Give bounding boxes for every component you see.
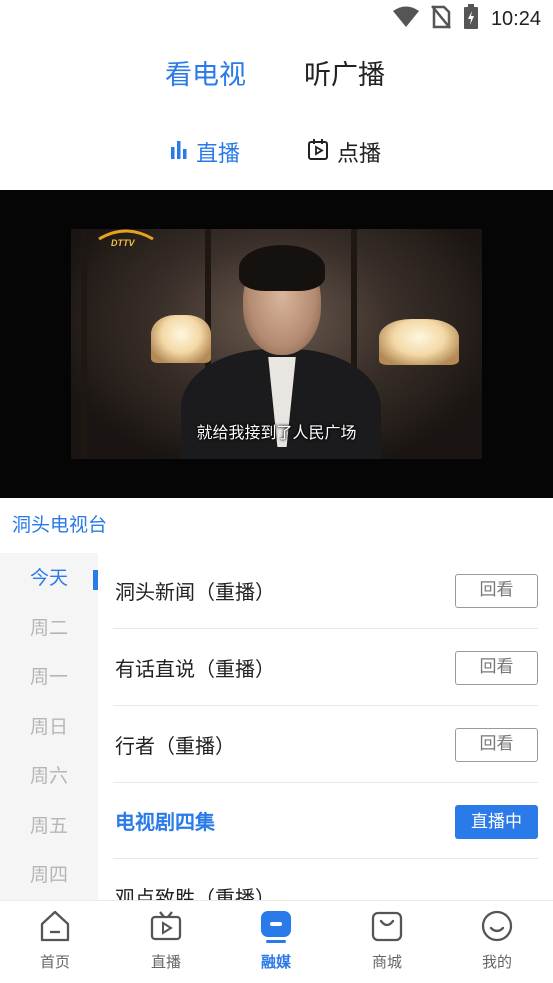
tab-vod-label: 点播 [337,142,382,167]
status-time: 10:24 [490,7,541,30]
bottom-nav: 首页 直播 融媒 商城 我的 [0,900,553,983]
day-label: 今天 [29,567,68,589]
status-bar: 10:24 [0,0,553,38]
replay-button[interactable]: 回看 [455,728,538,762]
replay-button[interactable]: 回看 [455,651,538,685]
battery-charging-icon [463,4,479,34]
station-name: 洞头电视台 [12,514,108,536]
lamp-left [151,315,211,363]
program-row-live[interactable]: 电视剧四集 直播中 [113,783,538,859]
nav-profile-label: 我的 [481,953,512,971]
nav-media-label: 融媒 [260,953,291,971]
program-row[interactable]: 行者（重播） 回看 [113,707,538,783]
program-title: 有话直说（重播） [115,657,275,681]
nav-live[interactable]: 直播 [111,901,221,983]
day-item[interactable]: 周五 [0,811,98,841]
tab-live[interactable]: 直播 [170,132,240,172]
video-subtitle: 就给我接到了人民广场 [196,423,357,442]
nav-media[interactable]: 融媒 [221,901,331,983]
program-title: 电视剧四集 [115,810,215,834]
bar-chart-icon [170,139,188,165]
program-row[interactable]: 有话直说（重播） 回看 [113,630,538,706]
lamp-right [379,319,459,365]
home-icon [39,909,71,943]
day-item-today[interactable]: 今天 [0,563,98,593]
media-icon [260,909,292,943]
video-player[interactable]: DTTV 就给我接到了人民广场 [0,190,553,498]
shopping-bag-icon [371,909,403,943]
nav-home-label: 首页 [39,953,70,971]
sub-tabs: 直播 点播 [0,132,553,172]
nav-live-label: 直播 [150,953,181,971]
svg-text:DTTV: DTTV [111,238,135,248]
program-title: 洞头新闻（重播） [115,580,275,604]
nav-profile[interactable]: 我的 [442,901,552,983]
nav-shop[interactable]: 商城 [332,901,442,983]
program-row[interactable]: 观点致胜（重播） [113,859,538,900]
day-item[interactable]: 周二 [0,613,98,643]
replay-button[interactable]: 回看 [455,574,538,608]
day-item[interactable]: 周一 [0,662,98,692]
mode-tabs: 看电视 听广播 [0,52,553,100]
calendar-play-icon [307,138,329,166]
no-sim-icon [430,5,451,33]
person-hair [239,245,325,291]
nav-shop-label: 商城 [371,953,402,971]
channel-logo: DTTV [97,229,155,249]
smiley-icon [481,909,513,943]
wifi-icon [392,6,419,32]
program-row[interactable]: 洞头新闻（重播） 回看 [113,553,538,629]
day-item[interactable]: 周六 [0,761,98,791]
nav-home[interactable]: 首页 [0,901,110,983]
program-title: 观点致胜（重播） [115,886,275,900]
tab-vod[interactable]: 点播 [307,132,381,172]
tab-watch-tv[interactable]: 看电视 [165,52,246,100]
day-item[interactable]: 周日 [0,712,98,742]
day-item[interactable]: 周四 [0,860,98,890]
day-selector: 今天 周二 周一 周日 周六 周五 周四 [0,553,98,900]
program-title: 行者（重播） [115,734,235,758]
program-list: 洞头新闻（重播） 回看 有话直说（重播） 回看 行者（重播） 回看 电视剧四集 … [98,553,553,900]
tab-listen-radio[interactable]: 听广播 [304,52,385,100]
tab-live-label: 直播 [196,142,241,167]
video-frame: DTTV 就给我接到了人民广场 [71,229,482,459]
live-now-button[interactable]: 直播中 [455,805,538,839]
tv-play-icon [150,909,182,943]
